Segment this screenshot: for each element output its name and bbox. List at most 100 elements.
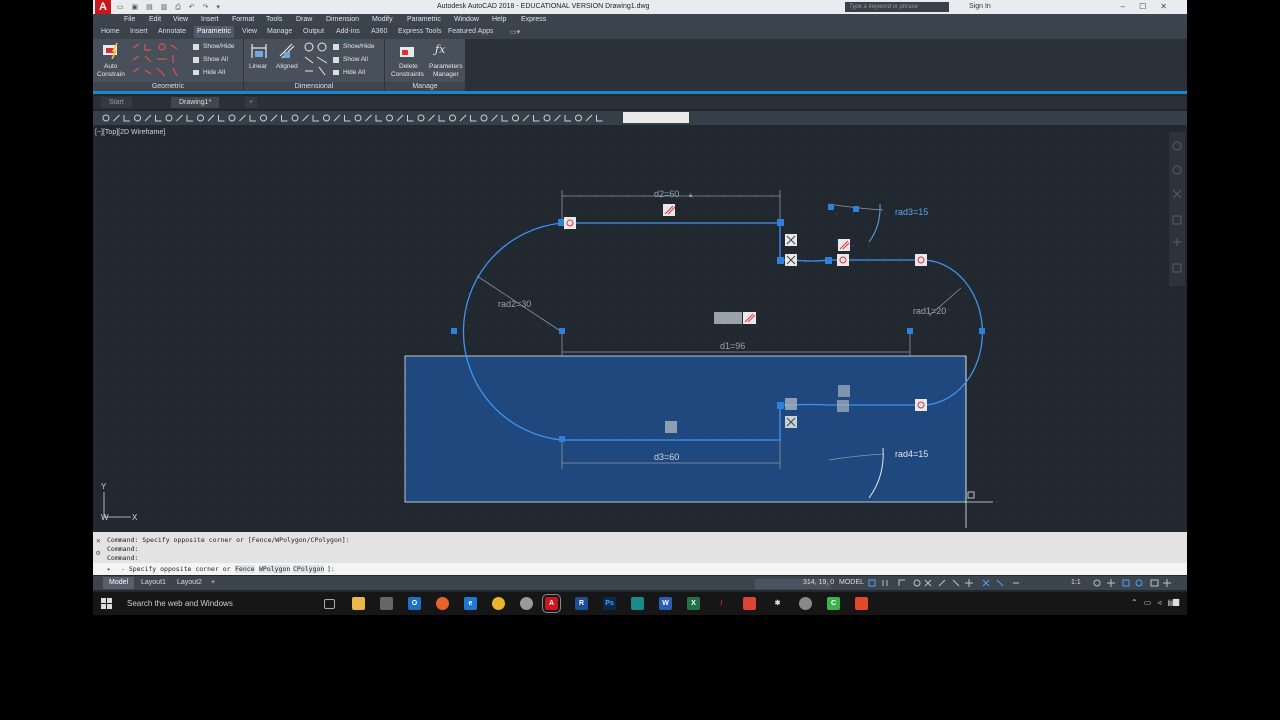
menu-modify[interactable]: Modify	[372, 16, 393, 23]
tab-manage[interactable]: Manage	[267, 28, 292, 35]
tab-start[interactable]: Start	[101, 97, 132, 108]
app-red-icon[interactable]	[743, 597, 756, 610]
chrome-icon[interactable]	[492, 597, 505, 610]
calculator-icon[interactable]	[380, 597, 393, 610]
sign-in-button[interactable]: Sign In	[969, 3, 991, 10]
command-prompt-icon: ▸	[107, 565, 111, 573]
menu-express[interactable]: Express	[521, 16, 546, 23]
photoshop-icon[interactable]: Ps	[603, 597, 616, 610]
command-prompt-text: - Specify opposite corner or [	[121, 565, 239, 573]
tab-output[interactable]: Output	[303, 28, 324, 35]
window-controls[interactable]: –☐✕	[1121, 2, 1181, 11]
taskbar-search[interactable]: Search the web and Windows	[127, 599, 233, 608]
tab-a360[interactable]: A360	[371, 28, 387, 35]
menu-draw[interactable]: Draw	[296, 16, 312, 23]
auto-constrain-label-1[interactable]: Auto	[104, 63, 117, 70]
parameters-manager-label-1[interactable]: Parameters	[429, 63, 463, 70]
delete-constraints-icon	[400, 47, 414, 57]
viewport-controls-label[interactable]: [−][Top][2D Wireframe]	[95, 129, 165, 136]
linear-button[interactable]: Linear	[249, 63, 267, 70]
geometric-show-all-button[interactable]: Show All	[203, 56, 228, 63]
word-icon[interactable]: W	[659, 597, 672, 610]
geometric-hide-all-button[interactable]: Hide All	[203, 69, 225, 76]
quick-access-toolbar[interactable]: ▭ ▣ ▤ ▥ ⎙ ↶ ↷ ▾	[117, 3, 223, 12]
firefox-icon[interactable]	[436, 597, 449, 610]
navigation-bar[interactable]	[1169, 132, 1185, 286]
revit-icon[interactable]: R	[575, 597, 588, 610]
windows-start-icon[interactable]	[101, 598, 113, 610]
drawing-canvas[interactable]: d2=60 d1=96 d3=60 rad2=30 rad1=20 rad3=1…	[93, 126, 1187, 530]
tab-layout2[interactable]: Layout2	[171, 577, 208, 589]
ribbon-empty-area	[465, 39, 1187, 93]
dimensional-show-hide-button[interactable]: Show/Hide	[343, 43, 374, 50]
tab-home[interactable]: Home	[101, 28, 120, 35]
tab-annotate[interactable]: Annotate	[158, 28, 186, 35]
outlook-icon[interactable]: O	[408, 597, 421, 610]
menu-help[interactable]: Help	[492, 16, 506, 23]
tab-parametric[interactable]: Parametric	[194, 26, 234, 38]
drawing-viewport[interactable]: d2=60 d1=96 d3=60 rad2=30 rad1=20 rad3=1…	[93, 126, 1187, 530]
panel-geometric: Auto Constrain Show/Hide Show All Hide A…	[93, 39, 244, 93]
status-bar: Model Layout1 Layout2 + 314, 19, 0 MODEL…	[93, 576, 1187, 590]
edge-icon[interactable]: e	[464, 597, 477, 610]
delete-constraints-label-2[interactable]: Constraints	[391, 71, 424, 78]
app-logo-button[interactable]: A	[95, 0, 111, 14]
menu-file[interactable]: File	[124, 16, 135, 23]
option-fence[interactable]: Fence	[235, 565, 255, 573]
option-cpolygon[interactable]: CPolygon	[293, 565, 325, 573]
option-wpolygon[interactable]: WPolygon	[259, 565, 291, 573]
parameters-manager-label-2[interactable]: Manager	[433, 71, 459, 78]
menu-dimension[interactable]: Dimension	[326, 16, 359, 23]
aligned-button[interactable]: Aligned	[276, 63, 298, 70]
geometric-constraints-icons[interactable]	[131, 42, 181, 82]
customize-icon[interactable]: ⚙	[96, 549, 100, 557]
new-tab-button[interactable]: +	[245, 97, 258, 108]
tab-view[interactable]: View	[242, 28, 257, 35]
dim-rad2-label: rad2=30	[498, 299, 531, 309]
toolbar-dropdown[interactable]	[623, 112, 689, 123]
settings-app-icon[interactable]	[799, 597, 812, 610]
globe-icon[interactable]	[520, 597, 533, 610]
file-tabs: Start Drawing1* +	[93, 96, 1187, 109]
excel-icon[interactable]: X	[687, 597, 700, 610]
green-app-icon[interactable]: C	[827, 597, 840, 610]
ribbon-options-icon[interactable]: ▭▾	[510, 28, 520, 36]
autocad-taskbar-icon[interactable]: A	[542, 594, 561, 613]
file-explorer-icon[interactable]	[352, 597, 365, 610]
notifications-icon[interactable]: ▆	[1173, 597, 1179, 606]
menu-format[interactable]: Format	[232, 16, 254, 23]
status-toggle-icons[interactable]	[865, 576, 1185, 590]
task-view-icon[interactable]	[324, 599, 335, 609]
orange-app-icon[interactable]	[855, 597, 868, 610]
dimensional-show-all-button[interactable]: Show All	[343, 56, 368, 63]
tab-add-ins[interactable]: Add-ins	[336, 28, 360, 35]
tab-model[interactable]: Model	[103, 577, 135, 589]
menu-tools[interactable]: Tools	[266, 16, 282, 23]
menu-parametric[interactable]: Parametric	[407, 16, 441, 23]
menu-view[interactable]: View	[173, 16, 188, 23]
history-line-1: Command: Specify opposite corner or [Fen…	[107, 536, 350, 544]
close-icon[interactable]: ✕	[96, 536, 101, 545]
delete-constraints-label-1[interactable]: Delete	[399, 63, 418, 70]
tab-drawing1[interactable]: Drawing1*	[171, 97, 220, 108]
model-space-toggle[interactable]: MODEL	[839, 579, 864, 586]
menu-insert[interactable]: Insert	[201, 16, 219, 23]
auto-constrain-label-2[interactable]: Constrain	[97, 71, 125, 78]
command-line[interactable]: ▸ - Specify opposite corner or [ Fence W…	[93, 563, 1187, 575]
help-search-input[interactable]: Type a keyword or phrase	[845, 2, 949, 12]
tab-layout1[interactable]: Layout1	[135, 577, 172, 589]
menu-window[interactable]: Window	[454, 16, 479, 23]
new-layout-button[interactable]: +	[205, 577, 221, 589]
dimension-tools-icons[interactable]	[303, 41, 329, 77]
coordinates-readout[interactable]: 314, 19, 0	[803, 579, 834, 586]
geometric-show-hide-button[interactable]: Show/Hide	[203, 43, 234, 50]
tab-featured-apps[interactable]: Featured Apps	[448, 28, 494, 35]
tab-express-tools[interactable]: Express Tools	[398, 28, 441, 35]
dim-d2-label: d2=60	[654, 189, 679, 199]
tab-insert[interactable]: Insert	[130, 28, 148, 35]
camtasia-icon[interactable]	[631, 597, 644, 610]
menu-edit[interactable]: Edit	[149, 16, 161, 23]
dimensional-hide-all-button[interactable]: Hide All	[343, 69, 365, 76]
pen-tool-icon[interactable]: /	[715, 597, 728, 610]
tools-icon[interactable]: ✱	[771, 597, 784, 610]
